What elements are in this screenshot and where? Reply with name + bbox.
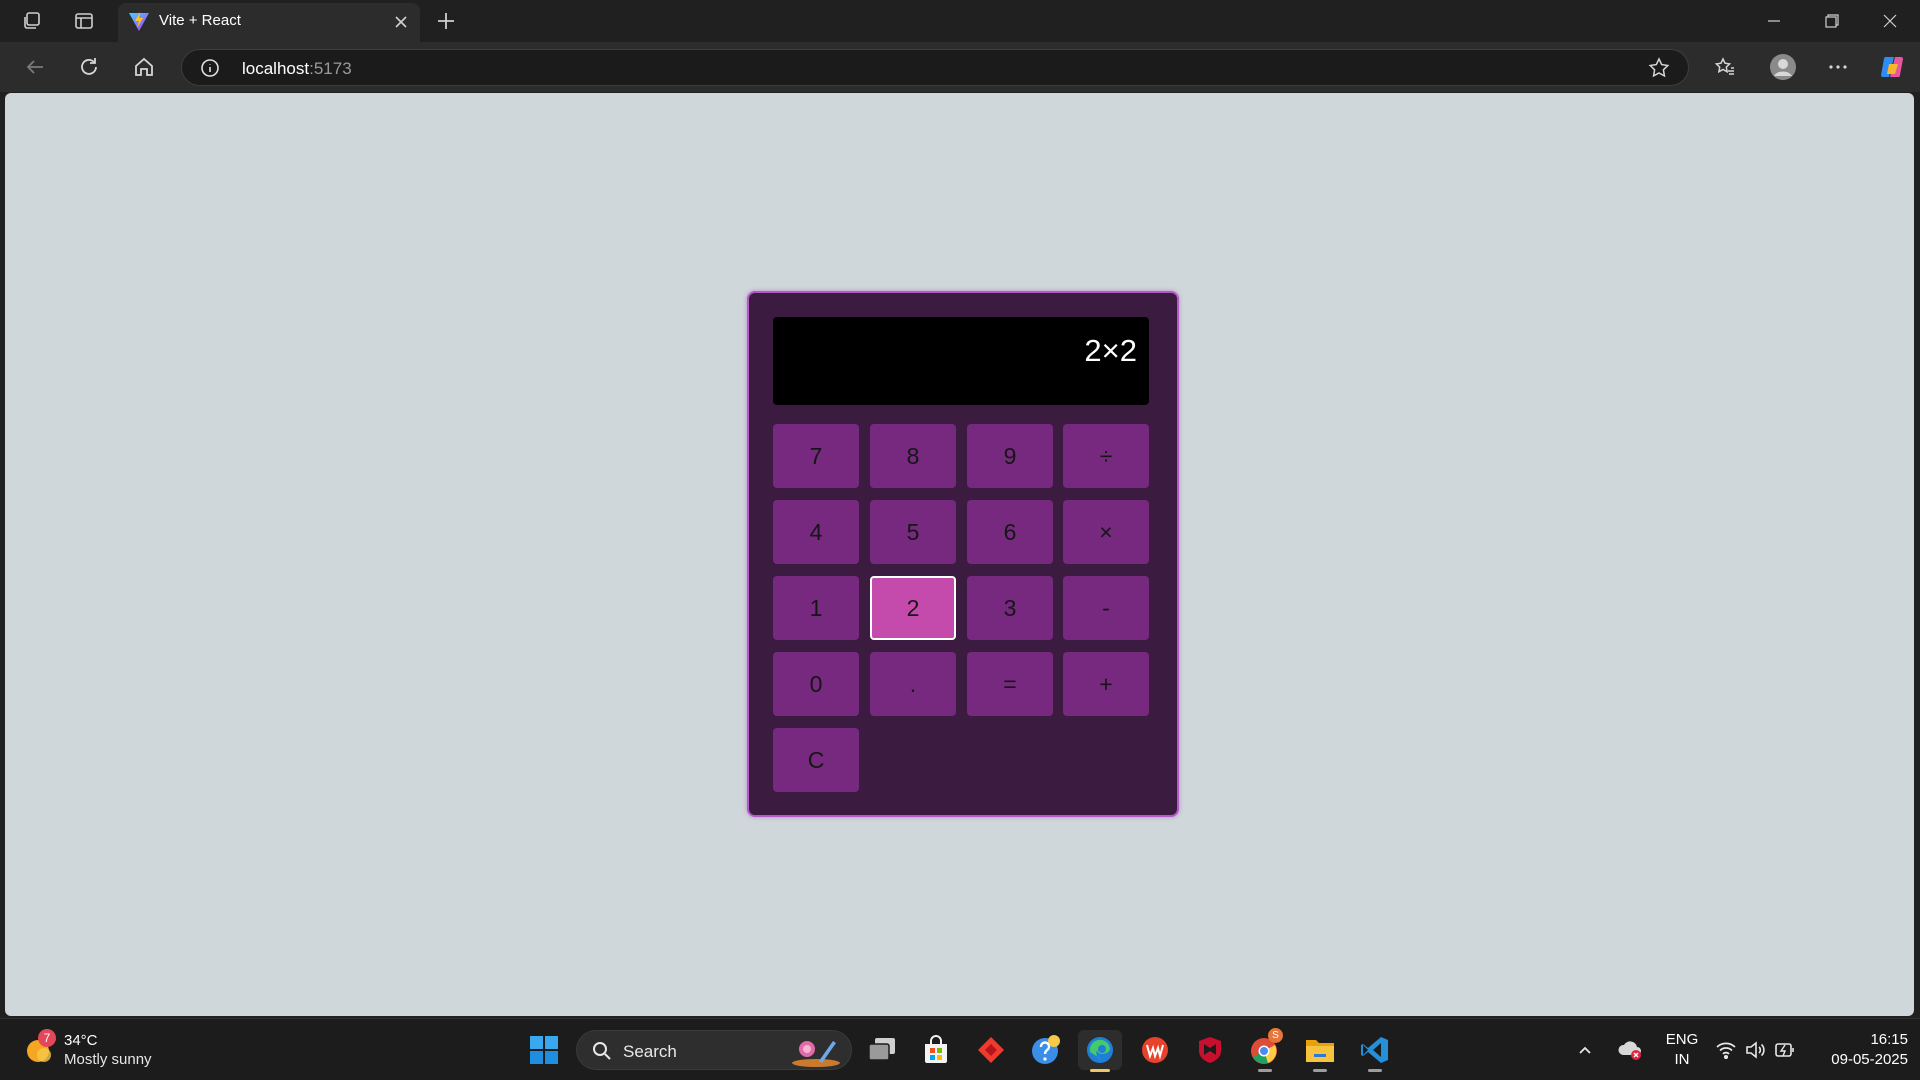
edge-browser-icon[interactable] [1078,1030,1122,1072]
search-icon [593,1042,611,1060]
home-icon[interactable] [127,51,161,83]
url-text: localhost:5173 [242,59,352,78]
anydesk-icon[interactable] [969,1030,1013,1070]
key-0[interactable]: 0 [773,652,859,716]
task-view-icon[interactable] [860,1030,904,1070]
key-7[interactable]: 7 [773,424,859,488]
key-1[interactable]: 1 [773,576,859,640]
taskbar-search[interactable]: Search [576,1030,852,1070]
key-8[interactable]: 8 [870,424,956,488]
chrome-profile-badge: S [1268,1028,1283,1043]
input-language[interactable]: ENG [1660,1031,1704,1048]
profile-avatar-icon[interactable] [1765,50,1801,84]
restore-icon[interactable] [1803,0,1861,42]
key-equals[interactable]: = [967,652,1053,716]
display-expression: 2×2 [1084,333,1137,368]
key-divide[interactable]: ÷ [1063,424,1149,488]
explorer-running-indicator [1313,1069,1327,1072]
vscode-icon[interactable] [1353,1030,1397,1072]
wps-office-icon[interactable] [1133,1030,1177,1070]
input-region[interactable]: IN [1660,1051,1704,1068]
search-highlight-icon [792,1041,840,1067]
battery-charging-icon[interactable] [1772,1030,1798,1070]
key-4[interactable]: 4 [773,500,859,564]
key-subtract[interactable]: - [1063,576,1149,640]
help-app-icon[interactable] [1024,1030,1068,1070]
key-decimal[interactable]: . [870,652,956,716]
close-window-icon[interactable] [1861,0,1919,42]
back-icon[interactable] [18,51,52,83]
key-5[interactable]: 5 [870,500,956,564]
more-options-icon[interactable] [1820,50,1856,84]
calculator-display: 2×2 [773,317,1149,405]
site-info-icon[interactable] [200,58,220,78]
chevron-up-icon[interactable] [1570,1030,1600,1070]
key-3[interactable]: 3 [967,576,1053,640]
key-clear[interactable]: C [773,728,859,792]
key-2[interactable]: 2 [870,576,956,640]
file-explorer-icon[interactable] [1298,1030,1342,1072]
onedrive-sync-error-icon[interactable] [1612,1030,1648,1070]
chrome-running-indicator [1258,1069,1272,1072]
weather-widget[interactable]: 7 34°C Mostly sunny [24,1029,174,1073]
microsoft-store-icon[interactable] [914,1030,958,1070]
browser-titlebar: Vite + React [0,0,1920,42]
key-9[interactable]: 9 [967,424,1053,488]
weather-description: Mostly sunny [64,1051,152,1068]
clock-time[interactable]: 16:15 [1808,1031,1908,1048]
mcafee-icon[interactable] [1188,1030,1232,1070]
search-label: Search [623,1042,677,1061]
minimize-icon[interactable] [1745,0,1803,42]
new-tab-icon[interactable] [431,6,461,36]
wifi-icon[interactable] [1714,1030,1738,1070]
vite-logo-icon [129,12,149,31]
tab-vite-react[interactable]: Vite + React [118,3,420,42]
favorite-star-icon[interactable] [1648,57,1670,79]
start-icon[interactable] [522,1030,566,1070]
vertical-tabs-icon[interactable] [69,7,99,35]
key-add[interactable]: + [1063,652,1149,716]
page-viewport: 2×2 7 8 9 ÷ 4 5 6 × 1 2 3 - 0 . = + C [5,93,1914,1016]
browser-toolbar: localhost:5173 [0,42,1920,92]
key-6[interactable]: 6 [967,500,1053,564]
workspaces-icon[interactable] [17,7,47,35]
calculator: 2×2 7 8 9 ÷ 4 5 6 × 1 2 3 - 0 . = + C [747,291,1179,817]
refresh-icon[interactable] [72,51,106,83]
weather-temperature: 34°C [64,1032,98,1049]
close-tab-icon[interactable] [390,11,412,33]
vscode-running-indicator [1368,1069,1382,1072]
edge-running-indicator [1090,1069,1110,1072]
favorites-icon[interactable] [1707,50,1743,84]
copilot-icon[interactable] [1874,50,1910,84]
volume-icon[interactable] [1743,1030,1767,1070]
clock-date[interactable]: 09-05-2025 [1808,1051,1908,1068]
address-bar[interactable]: localhost:5173 [181,49,1689,86]
taskbar: 7 34°C Mostly sunny Search S ENG IN 16:1… [0,1018,1920,1080]
weather-alert-badge: 7 [38,1029,56,1047]
tab-title: Vite + React [159,12,241,29]
chrome-icon[interactable]: S [1243,1028,1287,1072]
key-multiply[interactable]: × [1063,500,1149,564]
